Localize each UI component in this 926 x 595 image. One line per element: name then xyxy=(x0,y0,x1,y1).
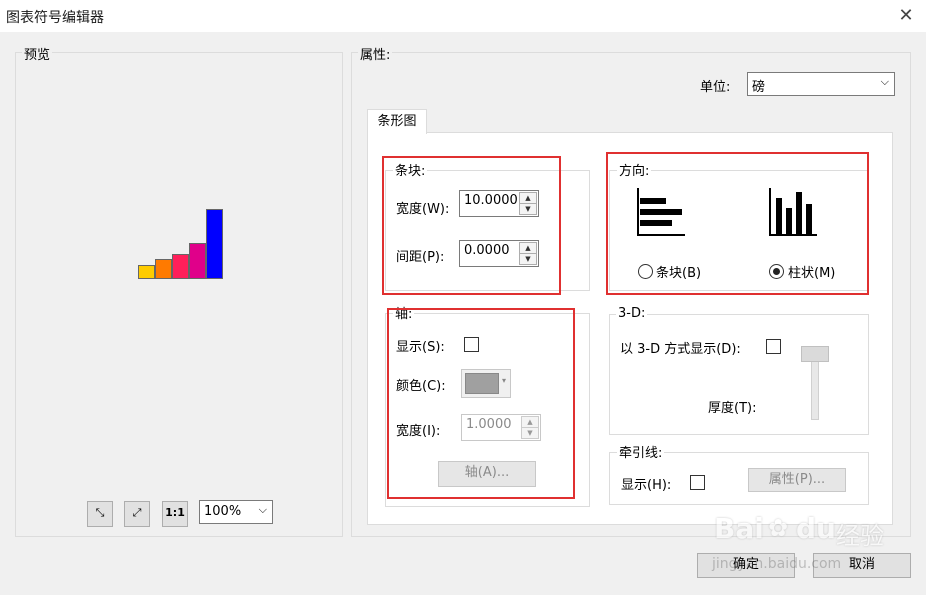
chevron-down-icon: ⌵ xyxy=(258,503,267,516)
watermark-brand: Bai xyxy=(714,512,764,545)
preview-group xyxy=(15,52,343,537)
tab-label: 条形图 xyxy=(377,114,417,129)
three-d-label: 3-D: xyxy=(616,306,648,321)
zoom-fit-button[interactable]: ⤡ xyxy=(87,501,113,527)
watermark-text: 经验 xyxy=(836,522,884,550)
unit-select[interactable]: 磅 ⌵ xyxy=(747,72,895,96)
preview-chart xyxy=(136,200,226,279)
three-d-show-label: 以 3-D 方式显示(D): xyxy=(620,342,741,357)
three-d-show-checkbox[interactable] xyxy=(766,339,781,354)
leader-show-checkbox[interactable] xyxy=(690,475,705,490)
zoom-full-button[interactable]: ⤢ xyxy=(124,501,150,527)
leader-properties-button[interactable]: 属性(P)... xyxy=(748,468,846,492)
properties-label: 属性: xyxy=(358,44,393,63)
highlight-box xyxy=(387,308,575,499)
preview-bar xyxy=(189,243,206,279)
leader-label: 牵引线: xyxy=(617,442,665,461)
watermark-url: jingyan.baidu.com xyxy=(712,556,842,572)
window-title: 图表符号编辑器 xyxy=(6,10,104,26)
watermark-brand-suffix: du xyxy=(796,512,836,545)
zoom-select[interactable]: 100% ⌵ xyxy=(199,500,273,524)
thickness-slider-thumb[interactable] xyxy=(801,346,829,362)
thickness-label: 厚度(T): xyxy=(708,401,757,416)
preview-bar xyxy=(172,254,189,279)
preview-bar xyxy=(138,265,155,279)
close-icon[interactable]: ✕ xyxy=(886,0,926,32)
preview-bar xyxy=(206,209,223,279)
chevron-down-icon: ⌵ xyxy=(880,75,889,88)
zoom-value: 100% xyxy=(204,504,242,519)
preview-bar xyxy=(155,259,172,279)
three-d-group xyxy=(609,314,869,435)
unit-value: 磅 xyxy=(752,80,766,95)
title-bar xyxy=(0,0,926,32)
unit-label: 单位: xyxy=(700,80,731,95)
watermark: Bai ✿ du 经验 jingyan.baidu.com xyxy=(708,512,908,592)
highlight-box xyxy=(606,152,869,295)
tab-bar-chart[interactable]: 条形图 xyxy=(367,109,427,134)
zoom-actual-button[interactable]: 1:1 xyxy=(162,501,188,527)
preview-label: 预览 xyxy=(22,44,53,63)
leader-show-label: 显示(H): xyxy=(621,478,672,493)
paw-icon: ✿ xyxy=(768,514,789,542)
highlight-box xyxy=(382,156,561,295)
